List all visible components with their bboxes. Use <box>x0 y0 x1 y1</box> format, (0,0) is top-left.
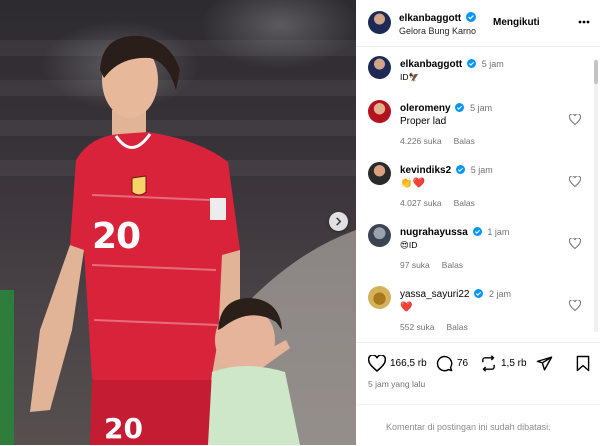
save-button[interactable] <box>576 355 590 372</box>
comment-username[interactable]: kevindiks2 <box>400 165 451 176</box>
caption-username[interactable]: elkanbaggott <box>400 59 462 70</box>
caption-time: 5 jam <box>481 59 504 69</box>
heart-icon[interactable] <box>569 300 581 311</box>
repost-icon <box>482 355 495 372</box>
reply-button[interactable]: Balas <box>454 198 475 208</box>
avatar[interactable] <box>368 286 391 309</box>
more-horizontal-icon[interactable] <box>578 20 590 24</box>
comment-text: 😍ID <box>400 240 418 250</box>
reply-button[interactable]: Balas <box>454 136 475 146</box>
comment-count: 76 <box>457 358 469 369</box>
heart-icon[interactable] <box>569 176 581 187</box>
post-time[interactable]: 5 jam yang lalu <box>368 379 425 389</box>
comment-time: 5 jam <box>470 165 493 175</box>
comment-text: ❤️ <box>400 302 413 313</box>
like-button[interactable]: 166,5 rb <box>368 355 427 372</box>
comments-disabled-text: Komentar di postingan ini sudah dibatasi… <box>386 422 551 432</box>
post-header: elkanbaggott Gelora Bung Karno Mengikuti <box>356 0 600 47</box>
like-count: 166,5 rb <box>390 358 427 369</box>
comment-time: 5 jam <box>470 103 493 113</box>
verified-badge-icon <box>472 227 482 236</box>
post-actions: 166,5 rb 76 1,5 rb 5 jam yang lalu <box>356 342 600 403</box>
avatar[interactable] <box>368 224 391 247</box>
post-side-panel: elkanbaggott Gelora Bung Karno Mengikuti… <box>356 0 600 445</box>
bookmark-icon <box>576 355 590 372</box>
reply-button[interactable]: Balas <box>447 322 468 332</box>
comment-likes[interactable]: 552 suka <box>400 322 435 332</box>
comment-icon <box>436 355 453 372</box>
comment-username[interactable]: yassa_sayuri22 <box>400 289 469 300</box>
verified-badge-icon <box>474 289 484 298</box>
send-icon <box>536 356 553 371</box>
post-location[interactable]: Gelora Bung Karno <box>399 26 476 36</box>
comment-button[interactable]: 76 <box>436 355 468 372</box>
next-image-button[interactable] <box>329 212 348 231</box>
verified-badge-icon <box>455 165 465 174</box>
heart-icon[interactable] <box>569 114 581 125</box>
jersey-number: 20 <box>92 216 141 257</box>
avatar[interactable] <box>368 100 391 123</box>
comment-time: 2 jam <box>489 289 512 299</box>
repost-count: 1,5 rb <box>501 358 527 369</box>
share-button[interactable] <box>536 355 553 372</box>
avatar[interactable] <box>368 56 391 79</box>
avatar[interactable] <box>368 11 391 34</box>
comment-text: Proper lad <box>400 116 447 127</box>
chevron-right-icon <box>336 217 342 226</box>
comment-text: 👏❤️ <box>400 178 425 189</box>
following-button[interactable]: Mengikuti <box>493 17 540 28</box>
verified-badge-icon <box>467 59 477 68</box>
shorts-number: 20 <box>104 412 143 445</box>
repost-button[interactable]: 1,5 rb <box>480 355 527 372</box>
player-illustration <box>0 35 356 445</box>
heart-icon <box>368 355 386 372</box>
verified-badge-icon <box>465 12 476 22</box>
caption-text: ID🦅 <box>400 72 420 82</box>
comment-username[interactable]: nugrahayussa <box>400 227 468 238</box>
avatar[interactable] <box>368 162 391 185</box>
comment-username[interactable]: oleromeny <box>400 103 451 114</box>
post-photo[interactable]: 20 20 <box>0 0 356 445</box>
comment-likes[interactable]: 4.027 suka <box>400 198 442 208</box>
comments-scrollbar[interactable] <box>594 60 598 332</box>
post-author-username[interactable]: elkanbaggott <box>399 13 461 24</box>
comment-likes[interactable]: 4.226 suka <box>400 136 442 146</box>
reply-button[interactable]: Balas <box>442 260 463 270</box>
comments-disabled-footer: Komentar di postingan ini sudah dibatasi… <box>356 404 600 446</box>
verified-badge-icon <box>455 103 465 112</box>
scrollbar-thumb[interactable] <box>594 60 598 84</box>
comment-time: 1 jam <box>487 227 510 237</box>
comment-likes[interactable]: 97 suka <box>400 260 430 270</box>
heart-icon[interactable] <box>569 238 581 249</box>
